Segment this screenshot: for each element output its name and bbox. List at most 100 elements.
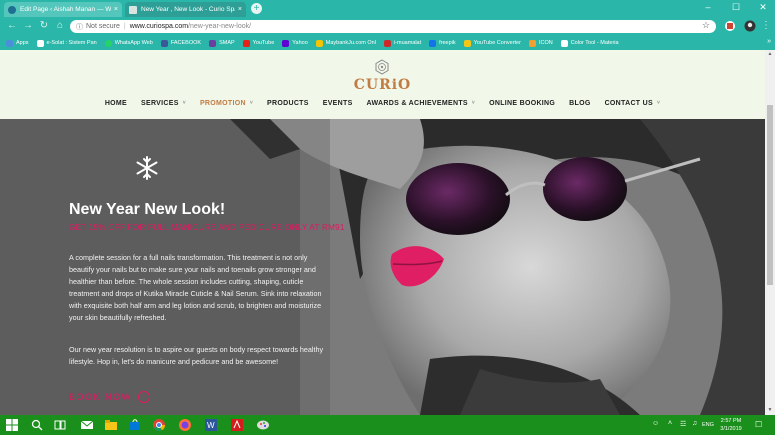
browser-tab-edit-page[interactable]: Edit Page ‹ Aishah Manan — Wo × <box>4 2 122 17</box>
page-icon <box>36 39 44 47</box>
chevron-down-icon: ˅ <box>471 100 476 106</box>
bookmark-maybank[interactable]: MaybankJu.com Onl <box>315 39 376 47</box>
bookmark-facebook[interactable]: FACEBOOK <box>160 39 201 47</box>
bookmark-imuamalat[interactable]: i-muamalat <box>383 39 421 47</box>
nav-home[interactable]: HOME <box>105 100 127 107</box>
nav-online-booking[interactable]: ONLINE BOOKING <box>489 100 555 107</box>
acrobat-icon[interactable] <box>230 418 244 432</box>
scroll-down-icon[interactable]: ▼ <box>765 407 775 413</box>
nav-events[interactable]: EVENTS <box>323 100 353 107</box>
address-bar[interactable]: ⓘ Not secure | www.curiospa.com /new-yea… <box>70 20 716 33</box>
bookmarks-bar: Apps e-Solat : Sistem Pan WhatsApp Web F… <box>0 36 775 50</box>
freepik-icon <box>429 39 437 47</box>
bookmark-whatsapp[interactable]: WhatsApp Web <box>104 39 153 47</box>
chrome-icon[interactable] <box>152 418 166 432</box>
whatsapp-icon <box>104 39 112 47</box>
icon-site-icon <box>528 39 536 47</box>
maybank-icon <box>315 39 323 47</box>
reload-button[interactable]: ↻ <box>38 20 50 31</box>
page-icon <box>129 5 137 14</box>
hero-banner: New Year New Look! GET 15% OFF FOR FULL … <box>0 119 765 415</box>
nav-blog[interactable]: BLOG <box>569 100 590 107</box>
search-icon[interactable] <box>30 418 44 432</box>
taskbar-clock[interactable]: 2:57 PM 3/1/2019 <box>716 417 746 433</box>
tab-title: New Year , New Look - Curio Spa <box>141 6 235 13</box>
firefox-icon[interactable] <box>178 418 192 432</box>
new-tab-button[interactable]: + <box>251 3 262 14</box>
home-button[interactable]: ⌂ <box>54 20 66 31</box>
tab-title: Edit Page ‹ Aishah Manan — Wo <box>20 6 111 13</box>
bookmark-smap[interactable]: SMAP <box>209 39 235 47</box>
chevron-down-icon: ˅ <box>182 100 186 106</box>
file-explorer-icon[interactable] <box>104 418 118 432</box>
nav-contact-us[interactable]: CONTACT US ˅ <box>605 100 661 107</box>
minimize-button[interactable]: – <box>700 2 716 12</box>
chevron-down-icon: ˅ <box>656 100 661 106</box>
site-header: CURiO HOME SERVICES ˅ PROMOTION ˅ PRODUCTS… <box>0 50 765 119</box>
language-indicator[interactable]: ENG <box>702 422 714 428</box>
apps-icon <box>6 39 13 47</box>
info-icon[interactable]: ⓘ <box>76 22 83 32</box>
chevron-up-icon[interactable]: ˄ <box>668 420 672 427</box>
scroll-up-icon[interactable]: ▲ <box>765 51 775 57</box>
main-navigation: HOME SERVICES ˅ PROMOTION ˅ PRODUCTS EVENT… <box>0 96 765 110</box>
facebook-icon <box>160 39 168 47</box>
bookmark-youtube-converter[interactable]: YouTube Converter <box>463 39 521 47</box>
smap-icon <box>209 39 217 47</box>
book-now-button[interactable]: BOOK NOW › <box>69 391 150 403</box>
bookmark-apps[interactable]: Apps <box>6 39 29 47</box>
forward-button[interactable]: → <box>22 20 34 31</box>
back-button[interactable]: ← <box>6 20 18 31</box>
folder-icon <box>463 39 471 47</box>
arrow-right-icon: › <box>137 391 150 403</box>
bookmarks-overflow-button[interactable]: » <box>767 38 771 45</box>
promo-subtitle: GET 15% OFF FOR FULL MANICURE AND PEDICU… <box>69 223 345 232</box>
svg-text:W: W <box>207 421 215 430</box>
maximize-button[interactable]: ☐ <box>728 2 744 13</box>
close-icon[interactable]: × <box>238 6 242 13</box>
security-label[interactable]: Not secure <box>86 23 120 30</box>
book-now-label: BOOK NOW <box>69 392 132 402</box>
browser-tab-new-year[interactable]: New Year , New Look - Curio Spa × <box>125 2 246 17</box>
nav-products[interactable]: PRODUCTS <box>267 100 309 107</box>
bookmark-esolat[interactable]: e-Solat : Sistem Pan <box>36 39 97 47</box>
windows-start-icon[interactable] <box>6 419 18 431</box>
people-icon[interactable]: ☺ <box>652 420 659 427</box>
page-scrollbar[interactable]: ▲ ▼ <box>765 50 775 415</box>
clock-date: 3/1/2019 <box>720 426 742 432</box>
hero-resolution-text: Our new year resolution is to aspire our… <box>69 345 324 366</box>
bookmark-yahoo[interactable]: Yahoo <box>282 39 308 47</box>
mail-icon[interactable] <box>80 418 94 432</box>
profile-avatar[interactable] <box>744 20 756 32</box>
windows-taskbar: W ☺ ˄ ☲ ♫ ENG 2:57 PM 3/1/2019 ☐ <box>0 415 775 435</box>
nav-services[interactable]: SERVICES ˅ <box>141 100 186 107</box>
bookmark-youtube[interactable]: YouTube <box>242 39 274 47</box>
yahoo-icon <box>282 39 290 47</box>
scrollbar-thumb[interactable] <box>767 105 773 285</box>
clock-time: 2:57 PM <box>720 418 742 424</box>
url-host: www.curiospa.com <box>129 23 189 30</box>
site-logo[interactable]: CURiO <box>330 77 435 93</box>
network-icon[interactable]: ☲ <box>680 420 686 428</box>
volume-icon[interactable]: ♫ <box>692 420 697 427</box>
browser-toolbar: ← → ↻ ⌂ ⓘ Not secure | www.curiospa.com … <box>0 17 775 36</box>
menu-icon[interactable]: ⋮ <box>760 20 772 31</box>
word-icon[interactable]: W <box>204 418 218 432</box>
task-view-icon[interactable] <box>53 418 67 432</box>
nav-awards[interactable]: AWARDS & ACHIEVEMENTS ˅ <box>367 100 476 107</box>
bookmark-icon[interactable]: ICON <box>528 39 553 47</box>
close-icon[interactable]: × <box>114 6 118 13</box>
bookmark-freepik[interactable]: freepik <box>429 39 456 47</box>
notifications-icon[interactable]: ☐ <box>755 420 762 429</box>
paint-icon[interactable] <box>256 418 270 432</box>
youtube-icon <box>242 39 250 47</box>
bookmark-color-tool[interactable]: Color Tool - Materia <box>560 39 619 47</box>
nav-promotion[interactable]: PROMOTION ˅ <box>200 100 253 107</box>
curio-logo-icon[interactable] <box>374 59 390 75</box>
hero-title: New Year New Look! <box>69 201 226 218</box>
store-icon[interactable] <box>128 418 142 432</box>
chevron-down-icon: ˅ <box>249 100 254 106</box>
close-window-button[interactable]: ✕ <box>755 2 771 13</box>
bookmark-star-icon[interactable]: ☆ <box>702 20 710 31</box>
extension-icon[interactable] <box>724 20 736 32</box>
